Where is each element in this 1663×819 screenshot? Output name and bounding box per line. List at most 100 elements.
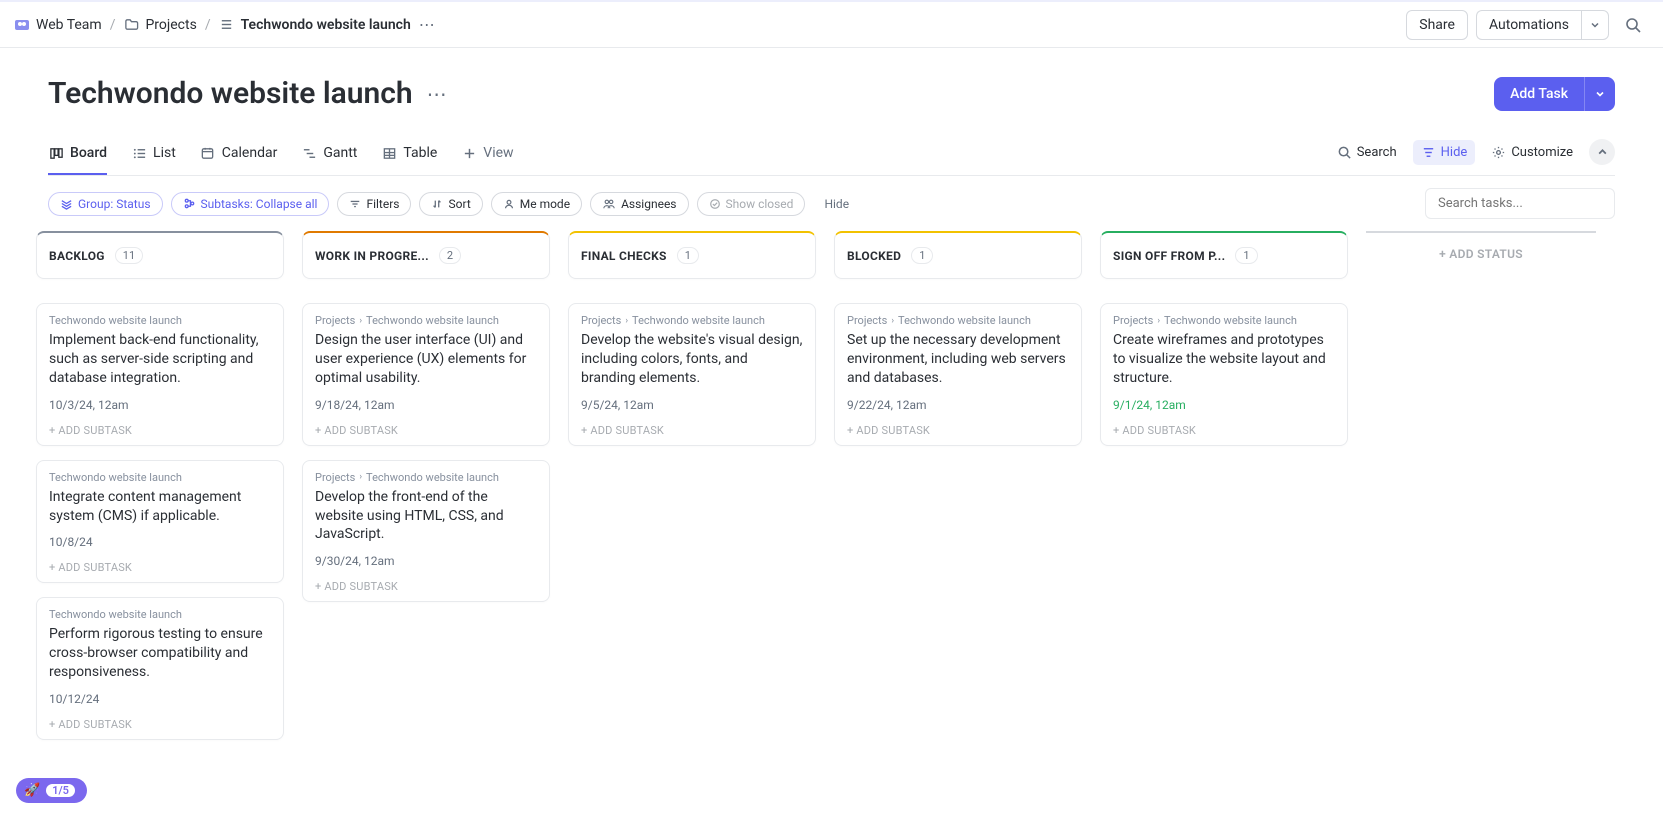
task-card[interactable]: Techwondo website launch Perform rigorous… (36, 597, 284, 740)
column-cards: Projects›Techwondo website launch Design … (302, 303, 550, 602)
column-header[interactable]: BLOCKED1 (834, 231, 1082, 279)
board-column: FINAL CHECKS1 Projects›Techwondo website … (568, 231, 816, 446)
card-title[interactable]: Integrate content management system (CMS… (49, 488, 271, 526)
card-title[interactable]: Set up the necessary development environ… (847, 331, 1069, 388)
card-crumb-2: Techwondo website launch (366, 314, 499, 327)
card-date: 9/1/24, 12am (1113, 398, 1335, 412)
add-subtask-button[interactable]: + ADD SUBTASK (847, 424, 1069, 437)
onboarding-count: 1/5 (46, 784, 75, 797)
add-subtask-button[interactable]: + ADD SUBTASK (49, 561, 271, 574)
topbar-right: Share Automations (1406, 9, 1649, 41)
team-icon (14, 17, 30, 33)
column-title: SIGN OFF FROM P... (1113, 249, 1225, 263)
chip-show-closed-label: Show closed (726, 197, 794, 211)
card-crumb-1: Projects (847, 314, 887, 327)
tab-list[interactable]: List (131, 137, 176, 175)
task-card[interactable]: Techwondo website launch Integrate conten… (36, 460, 284, 584)
chip-me-mode[interactable]: Me mode (491, 192, 582, 216)
card-crumb-2: Techwondo website launch (898, 314, 1031, 327)
card-breadcrumb: Techwondo website launch (49, 471, 271, 484)
column-header[interactable]: BACKLOG11 (36, 231, 284, 279)
collapse-panel-button[interactable] (1589, 139, 1615, 165)
column-header[interactable]: SIGN OFF FROM P...1 (1100, 231, 1348, 279)
tool-search[interactable]: Search (1329, 140, 1405, 165)
tab-calendar[interactable]: Calendar (200, 137, 278, 175)
tab-add-view[interactable]: View (461, 137, 513, 175)
task-card[interactable]: Projects›Techwondo website launch Develop… (568, 303, 816, 446)
tool-hide-label: Hide (1441, 145, 1468, 160)
card-crumb-1: Projects (1113, 314, 1153, 327)
page-title: Techwondo website launch (48, 76, 413, 111)
title-more-icon[interactable]: ⋯ (427, 82, 448, 106)
card-breadcrumb: Projects›Techwondo website launch (581, 314, 803, 327)
breadcrumb-team[interactable]: Web Team (14, 17, 102, 33)
card-breadcrumb: Techwondo website launch (49, 608, 271, 621)
tool-customize[interactable]: Customize (1483, 140, 1581, 165)
chip-subtasks[interactable]: Subtasks: Collapse all (171, 192, 330, 216)
share-button[interactable]: Share (1406, 10, 1468, 40)
column-header[interactable]: FINAL CHECKS1 (568, 231, 816, 279)
card-breadcrumb: Projects›Techwondo website launch (315, 471, 537, 484)
card-title[interactable]: Implement back-end functionality, such a… (49, 331, 271, 388)
chip-hide[interactable]: Hide (813, 193, 860, 215)
board-icon (48, 145, 64, 161)
add-task-dropdown[interactable] (1584, 77, 1615, 111)
add-subtask-button[interactable]: + ADD SUBTASK (581, 424, 803, 437)
tab-calendar-label: Calendar (222, 145, 278, 161)
chip-assignees[interactable]: Assignees (590, 192, 688, 216)
column-title: FINAL CHECKS (581, 249, 667, 263)
filter-chips: Group: Status Subtasks: Collapse all Fil… (48, 192, 860, 216)
tool-hide[interactable]: Hide (1413, 140, 1476, 165)
gantt-icon (301, 145, 317, 161)
card-crumb-2: Techwondo website launch (1164, 314, 1297, 327)
chip-filters[interactable]: Filters (337, 192, 411, 216)
add-subtask-button[interactable]: + ADD SUBTASK (1113, 424, 1335, 437)
task-card[interactable]: Projects›Techwondo website launchSet up … (834, 303, 1082, 446)
tab-board[interactable]: Board (48, 137, 107, 175)
add-status-column[interactable]: + ADD STATUS (1366, 231, 1596, 275)
chip-show-closed[interactable]: Show closed (697, 192, 806, 216)
task-card[interactable]: Techwondo website launch Implement back-e… (36, 303, 284, 446)
card-crumb-1: Techwondo website launch (49, 314, 182, 327)
breadcrumb-folder[interactable]: Projects (123, 17, 196, 33)
automations-dropdown[interactable] (1581, 10, 1609, 40)
column-cards: Projects›Techwondo website launchSet up … (834, 303, 1082, 446)
add-task-button[interactable]: Add Task (1494, 77, 1584, 111)
task-card[interactable]: Projects›Techwondo website launch Develop… (302, 460, 550, 603)
column-title: BLOCKED (847, 249, 901, 263)
add-subtask-button[interactable]: + ADD SUBTASK (315, 580, 537, 593)
column-header[interactable]: WORK IN PROGRE...2 (302, 231, 550, 279)
search-tasks-input[interactable] (1425, 188, 1615, 219)
tab-gantt-label: Gantt (323, 145, 357, 161)
breadcrumb-folder-label: Projects (145, 17, 196, 33)
card-title[interactable]: Perform rigorous testing to ensure cross… (49, 625, 271, 682)
global-search-icon[interactable] (1617, 9, 1649, 41)
chip-assignees-label: Assignees (621, 197, 676, 211)
breadcrumb-more-icon[interactable]: ⋯ (419, 15, 436, 34)
card-title[interactable]: Design the user interface (UI) and user … (315, 331, 537, 388)
chip-group[interactable]: Group: Status (48, 192, 163, 216)
chip-sort[interactable]: Sort (419, 192, 482, 216)
card-title[interactable]: Create wireframes and prototypes to visu… (1113, 331, 1335, 388)
card-title[interactable]: Develop the front-end of the website usi… (315, 488, 537, 545)
table-icon (381, 145, 397, 161)
add-subtask-button[interactable]: + ADD SUBTASK (315, 424, 537, 437)
automations-button[interactable]: Automations (1476, 10, 1581, 40)
task-card[interactable]: Projects›Techwondo website launchDesign … (302, 303, 550, 446)
card-date: 9/22/24, 12am (847, 398, 1069, 412)
breadcrumb-list[interactable]: Techwondo website launch (219, 17, 411, 33)
onboarding-pill[interactable]: 🚀 1/5 (16, 778, 87, 803)
tab-gantt[interactable]: Gantt (301, 137, 357, 175)
title-row: Techwondo website launch ⋯ Add Task (48, 76, 1615, 111)
card-title[interactable]: Develop the website's visual design, inc… (581, 331, 803, 388)
add-subtask-button[interactable]: + ADD SUBTASK (49, 718, 271, 731)
column-count: 11 (115, 247, 143, 264)
kanban-board: BACKLOG11 Techwondo website launch Impleme… (0, 231, 1663, 780)
topbar: Web Team / Projects / Techwondo website … (0, 0, 1663, 48)
task-card[interactable]: Projects›Techwondo website launchCreate … (1100, 303, 1348, 446)
board-column: BLOCKED1 Projects›Techwondo website launc… (834, 231, 1082, 446)
add-subtask-button[interactable]: + ADD SUBTASK (49, 424, 271, 437)
tab-table[interactable]: Table (381, 137, 437, 175)
add-task-group: Add Task (1494, 77, 1615, 111)
card-date: 10/3/24, 12am (49, 398, 271, 412)
